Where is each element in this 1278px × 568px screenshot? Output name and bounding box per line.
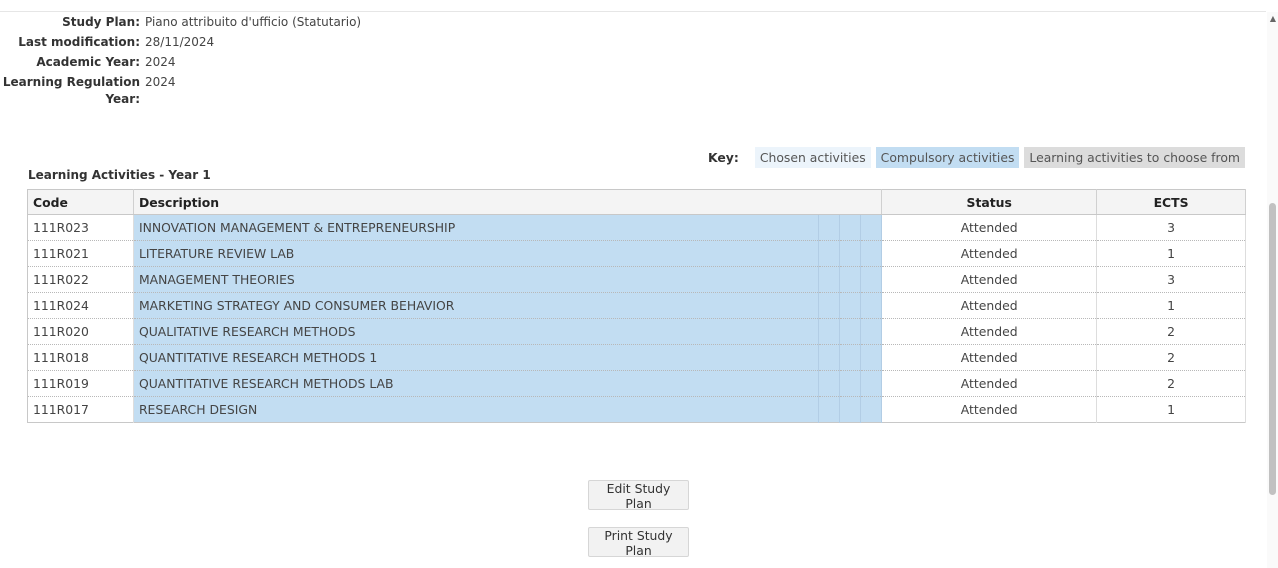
cell-empty (818, 240, 841, 267)
cell-empty (818, 370, 841, 397)
info-value: 28/11/2024 (145, 35, 215, 49)
cell-status: Attended (881, 370, 1098, 397)
cell-ects: 2 (1096, 370, 1246, 397)
table-row: 111R021 LITERATURE REVIEW LAB Attended 1 (27, 240, 1246, 267)
study-plan-info: Study Plan: Piano attribuito d'ufficio (… (0, 14, 361, 111)
info-value: 2024 (145, 55, 176, 69)
cell-empty (839, 370, 862, 397)
table-row: 111R019 QUANTITATIVE RESEARCH METHODS LA… (27, 370, 1246, 397)
info-study-plan: Study Plan: Piano attribuito d'ufficio (… (0, 14, 361, 31)
cell-empty (860, 266, 883, 293)
cell-ects: 3 (1096, 266, 1246, 293)
cell-empty (839, 344, 862, 371)
table-row: 111R017 RESEARCH DESIGN Attended 1 (27, 396, 1246, 423)
edit-study-plan-button[interactable]: Edit Study Plan (588, 480, 689, 511)
cell-ects: 1 (1096, 240, 1246, 267)
cell-empty (818, 344, 841, 371)
table-row: 111R024 MARKETING STRATEGY AND CONSUMER … (27, 292, 1246, 319)
cell-empty (860, 292, 883, 319)
print-study-plan-button[interactable]: Print Study Plan (588, 527, 689, 558)
cell-description: MARKETING STRATEGY AND CONSUMER BEHAVIOR (133, 292, 820, 319)
info-value: Piano attribuito d'ufficio (Statutario) (145, 15, 362, 29)
activity-key-legend: Key: Chosen activities Compulsory activi… (708, 147, 1245, 168)
table-header-row: Code Description Status ECTS (27, 189, 1246, 215)
cell-description: RESEARCH DESIGN (133, 396, 820, 423)
cell-description: INNOVATION MANAGEMENT & ENTREPRENEURSHIP (133, 214, 820, 241)
cell-empty (860, 370, 883, 397)
info-label: Learning Regulation Year: (2, 75, 140, 106)
section-title: Learning Activities - Year 1 (28, 168, 211, 182)
scroll-up-arrow-icon[interactable]: ▲ (1270, 14, 1276, 23)
table-row: 111R022 MANAGEMENT THEORIES Attended 3 (27, 266, 1246, 293)
info-label: Academic Year: (36, 55, 140, 69)
info-regulation-year: Learning Regulation Year: 2024 (0, 74, 361, 108)
cell-code: 111R023 (27, 214, 134, 241)
key-label: Key: (708, 150, 739, 165)
scrollbar-thumb[interactable] (1269, 203, 1276, 495)
table-row: 111R018 QUANTITATIVE RESEARCH METHODS 1 … (27, 344, 1246, 371)
info-label: Last modification: (18, 35, 140, 49)
legend-compulsory-activities: Compulsory activities (875, 147, 1020, 168)
header-code: Code (27, 189, 134, 215)
cell-code: 111R022 (27, 266, 134, 293)
cell-status: Attended (881, 214, 1098, 241)
header-ects: ECTS (1096, 189, 1246, 215)
cell-description: QUANTITATIVE RESEARCH METHODS LAB (133, 370, 820, 397)
header-status: Status (881, 189, 1098, 215)
cell-empty (818, 266, 841, 293)
cell-description: LITERATURE REVIEW LAB (133, 240, 820, 267)
cell-ects: 2 (1096, 344, 1246, 371)
cell-ects: 1 (1096, 292, 1246, 319)
cell-empty (839, 318, 862, 345)
cell-description: QUALITATIVE RESEARCH METHODS (133, 318, 820, 345)
cell-empty (860, 318, 883, 345)
cell-description: MANAGEMENT THEORIES (133, 266, 820, 293)
info-value: 2024 (145, 75, 176, 89)
cell-code: 111R018 (27, 344, 134, 371)
cell-empty (818, 318, 841, 345)
cell-status: Attended (881, 344, 1098, 371)
cell-empty (818, 214, 841, 241)
cell-empty (839, 240, 862, 267)
cell-status: Attended (881, 292, 1098, 319)
info-last-modification: Last modification: 28/11/2024 (0, 34, 361, 51)
info-label: Study Plan: (62, 15, 140, 29)
cell-code: 111R021 (27, 240, 134, 267)
cell-status: Attended (881, 240, 1098, 267)
info-academic-year: Academic Year: 2024 (0, 54, 361, 71)
cell-status: Attended (881, 396, 1098, 423)
cell-empty (860, 344, 883, 371)
cell-empty (860, 240, 883, 267)
cell-ects: 1 (1096, 396, 1246, 423)
cell-ects: 3 (1096, 214, 1246, 241)
table-row: 111R020 QUALITATIVE RESEARCH METHODS Att… (27, 318, 1246, 345)
cell-code: 111R020 (27, 318, 134, 345)
cell-code: 111R019 (27, 370, 134, 397)
top-divider (0, 11, 1266, 12)
cell-empty (860, 396, 883, 423)
cell-empty (839, 396, 862, 423)
cell-description: QUANTITATIVE RESEARCH METHODS 1 (133, 344, 820, 371)
cell-empty (839, 266, 862, 293)
cell-empty (818, 396, 841, 423)
cell-empty (818, 292, 841, 319)
header-description: Description (133, 189, 883, 215)
cell-status: Attended (881, 318, 1098, 345)
legend-activities-to-choose: Learning activities to choose from (1024, 147, 1245, 168)
cell-code: 111R017 (27, 396, 134, 423)
table-row: 111R023 INNOVATION MANAGEMENT & ENTREPRE… (27, 214, 1246, 241)
learning-activities-table: Code Description Status ECTS 111R023 INN… (27, 189, 1246, 423)
cell-empty (839, 214, 862, 241)
cell-ects: 2 (1096, 318, 1246, 345)
cell-status: Attended (881, 266, 1098, 293)
cell-code: 111R024 (27, 292, 134, 319)
cell-empty (839, 292, 862, 319)
legend-chosen-activities: Chosen activities (754, 147, 871, 168)
cell-empty (860, 214, 883, 241)
